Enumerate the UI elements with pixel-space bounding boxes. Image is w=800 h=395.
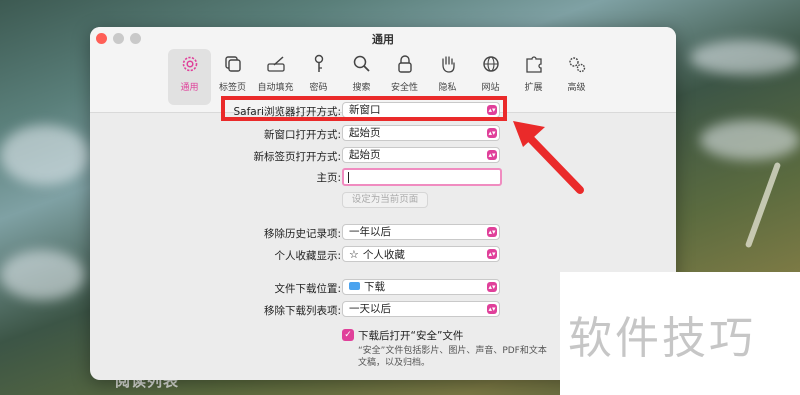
popup-arrows-icon: ▴▾ <box>487 227 497 237</box>
open-safe-files-label: 下载后打开“安全”文件 <box>358 330 464 342</box>
new-windows-open-with-label: 新窗口打开方式: <box>263 129 341 141</box>
remove-download-items-popup[interactable]: 一天以后 ▴▾ <box>342 301 500 317</box>
favorites-shows-popup[interactable]: ☆ 个人收藏 ▴▾ <box>342 246 500 262</box>
popup-arrows-icon: ▴▾ <box>487 282 497 292</box>
remove-history-popup[interactable]: 一年以后 ▴▾ <box>342 224 500 240</box>
tab-advanced[interactable]: 高级 <box>555 49 598 105</box>
set-to-current-page-button[interactable]: 设定为当前页面 <box>342 192 428 208</box>
tab-general-label: 通用 <box>180 83 199 93</box>
download-location-value: 下载 <box>364 281 385 293</box>
pencil-icon <box>266 56 285 72</box>
background-cloud <box>0 250 85 300</box>
tab-passwords-label: 密码 <box>309 83 328 93</box>
annotation-arrow <box>513 121 584 194</box>
gear-icon <box>182 56 197 72</box>
folder-icon <box>349 282 360 290</box>
remove-download-items-value: 一天以后 <box>349 303 391 315</box>
lock-icon <box>397 55 412 73</box>
homepage-label: 主页: <box>316 172 341 184</box>
new-windows-open-with-value: 起始页 <box>349 127 381 139</box>
open-safe-files-checkbox[interactable]: ✓ <box>342 329 354 341</box>
new-tabs-open-with-label: 新标签页打开方式: <box>253 151 341 163</box>
tab-autofill-label: 自动填充 <box>257 83 294 93</box>
row-favorites-shows: 个人收藏显示: ☆ 个人收藏 ▴▾ <box>90 246 676 264</box>
tab-advanced-label: 高级 <box>567 83 586 93</box>
watermark-panel: 软件技巧 <box>560 272 800 395</box>
background-road <box>744 161 782 249</box>
remove-history-label: 移除历史记录项: <box>263 228 341 240</box>
search-icon <box>353 55 370 72</box>
background-cloud <box>690 40 800 75</box>
key-icon <box>314 54 323 72</box>
tab-search-label: 搜索 <box>352 83 371 93</box>
hand-icon <box>441 56 455 73</box>
tab-general[interactable]: 通用 <box>168 49 211 105</box>
popup-arrows-icon: ▴▾ <box>487 249 497 259</box>
new-windows-open-with-popup[interactable]: 起始页 ▴▾ <box>342 125 500 141</box>
tab-extensions[interactable]: 扩展 <box>512 49 555 105</box>
star-icon: ☆ <box>349 248 359 261</box>
tab-tabs-label: 标签页 <box>218 83 246 93</box>
popup-arrows-icon: ▴▾ <box>487 304 497 314</box>
watermark-text: 软件技巧 <box>568 313 756 364</box>
puzzle-icon <box>525 56 542 73</box>
tab-security-label: 安全性 <box>390 83 418 93</box>
background-cloud <box>700 120 800 160</box>
safe-files-note-line2: 文稿，以及归档。 <box>358 358 431 368</box>
popup-arrows-icon: ▴▾ <box>487 150 497 160</box>
safe-files-note-line1: “安全”文件包括影片、图片、声音、PDF和文本 <box>358 346 547 356</box>
download-location-label: 文件下载位置: <box>274 283 341 295</box>
background-cloud <box>0 125 90 185</box>
favorites-shows-value: 个人收藏 <box>362 249 405 261</box>
new-tabs-open-with-value: 起始页 <box>349 149 381 161</box>
popup-arrows-icon: ▴▾ <box>487 128 497 138</box>
gears-icon <box>568 57 585 73</box>
globe-icon <box>482 56 499 72</box>
tab-privacy-label: 隐私 <box>438 83 457 93</box>
remove-download-items-label: 移除下载列表项: <box>263 305 341 317</box>
new-tabs-open-with-popup[interactable]: 起始页 ▴▾ <box>342 147 500 163</box>
row-remove-history: 移除历史记录项: 一年以后 ▴▾ <box>90 224 676 242</box>
download-location-popup[interactable]: 下载 ▴▾ <box>342 279 500 295</box>
tab-extensions-label: 扩展 <box>524 83 543 93</box>
tabs-icon <box>224 56 241 72</box>
tab-websites-label: 网站 <box>481 83 500 93</box>
window-title: 通用 <box>372 33 394 46</box>
annotation-highlight-box <box>221 96 507 121</box>
homepage-input[interactable] <box>342 168 502 186</box>
text-caret <box>348 172 349 183</box>
favorites-shows-label: 个人收藏显示: <box>274 250 341 262</box>
remove-history-value: 一年以后 <box>349 226 391 238</box>
